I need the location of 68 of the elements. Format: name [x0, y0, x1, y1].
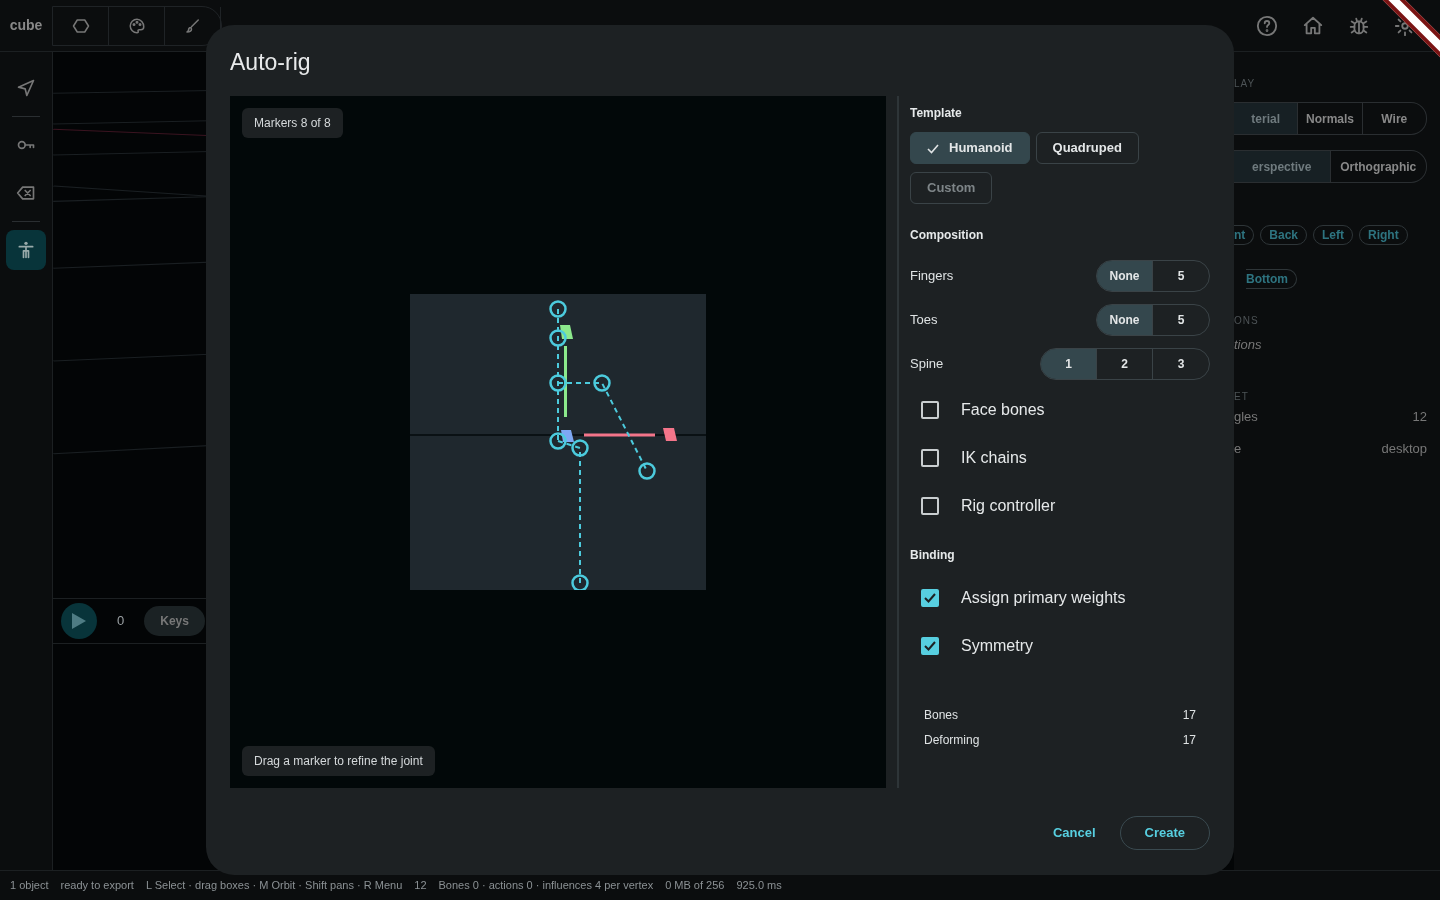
play-button[interactable]	[61, 603, 97, 639]
status-text: ready to export	[60, 878, 134, 894]
section-heading: ET	[1234, 390, 1250, 404]
segment-option[interactable]: erspective	[1234, 151, 1331, 182]
checkbox-label: Face bones	[961, 400, 1045, 420]
stat-label: Deforming	[924, 732, 980, 749]
section-heading: LAY	[1234, 77, 1257, 91]
segment-option[interactable]: terial	[1234, 103, 1299, 134]
section-heading: Binding	[910, 547, 956, 564]
stat-value: 12	[1412, 408, 1427, 426]
segment-option[interactable]: 3	[1153, 349, 1209, 379]
checkbox[interactable]	[921, 637, 939, 655]
segment-option[interactable]: 2	[1097, 349, 1153, 379]
section-heading: Template	[910, 105, 963, 122]
app-title: cube	[8, 16, 44, 35]
status-text: Bones 0 · actions 0 · influences 4 per vertex	[438, 878, 654, 894]
stat-label: gles	[1234, 408, 1258, 426]
status-text: 1 object	[10, 878, 49, 894]
rig-preview-drawing[interactable]	[410, 294, 706, 590]
checkbox-label: Rig controller	[961, 496, 1056, 516]
section-heading: Composition	[910, 227, 985, 244]
hexagon-icon[interactable]	[71, 16, 90, 35]
send-icon[interactable]	[16, 78, 36, 98]
segment-option[interactable]: 5	[1153, 305, 1209, 335]
checkbox-label: Symmetry	[961, 636, 1033, 656]
cancel-button[interactable]: Cancel	[1046, 822, 1102, 844]
brush-icon[interactable]	[183, 16, 202, 35]
checkbox[interactable]	[921, 589, 939, 607]
help-icon[interactable]	[1256, 14, 1278, 37]
segment-option[interactable]: 1	[1041, 349, 1097, 379]
checkbox-label: IK chains	[961, 448, 1027, 468]
template-button[interactable]: Quadruped	[1035, 132, 1139, 164]
stat-value: 17	[1182, 707, 1196, 724]
check-icon	[927, 143, 939, 154]
segment-option[interactable]: Normals	[1298, 103, 1363, 134]
clear-icon[interactable]	[16, 183, 36, 203]
stat-value: desktop	[1381, 440, 1427, 458]
frame-number: 0	[117, 612, 125, 631]
person-icon[interactable]	[16, 240, 36, 260]
checkbox-label: Assign primary weights	[961, 588, 1126, 608]
play-icon	[71, 612, 87, 630]
checkbox[interactable]	[921, 497, 939, 515]
field-label: Fingers	[910, 267, 954, 286]
checkbox[interactable]	[921, 449, 939, 467]
field-label: Spine	[910, 355, 944, 374]
checkbox[interactable]	[921, 401, 939, 419]
marker-count-chip: Markers 8 of 8	[242, 108, 343, 138]
segment-option[interactable]: Wire	[1362, 103, 1426, 134]
stat-label: Bones	[924, 707, 959, 724]
dialog-title: Auto-rig	[230, 48, 312, 77]
keys-button[interactable]: Keys	[144, 606, 205, 636]
stat-value: 17	[1182, 732, 1196, 749]
segment-option[interactable]: None	[1097, 305, 1153, 335]
hint-chip: Drag a marker to refine the joint	[242, 746, 435, 776]
field-label: Toes	[910, 311, 938, 330]
status-text: 12	[414, 878, 427, 894]
segment-option[interactable]: 5	[1153, 261, 1209, 291]
status-text: 925.0 ms	[736, 878, 782, 894]
status-text: L Select · drag boxes · M Orbit · Shift pans · R Menu	[145, 878, 403, 894]
template-button[interactable]: Humanoid	[910, 132, 1030, 164]
palette-icon[interactable]	[127, 16, 146, 35]
segment-option[interactable]: Orthographic	[1330, 151, 1426, 182]
note-text: tions	[1234, 336, 1263, 354]
segment-option[interactable]: None	[1097, 261, 1153, 291]
stat-label: e	[1234, 440, 1242, 458]
status-text: 0 MB of 256	[665, 878, 725, 894]
section-heading: ONS	[1234, 314, 1260, 328]
home-icon[interactable]	[1302, 14, 1324, 37]
